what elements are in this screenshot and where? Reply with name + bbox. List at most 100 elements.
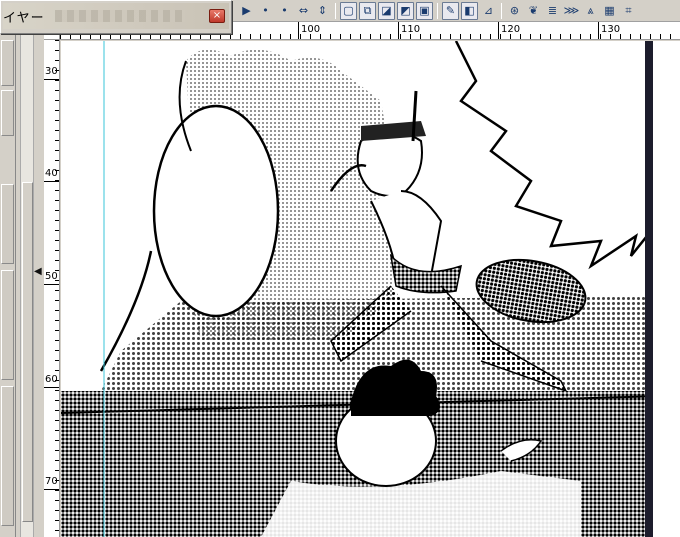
fill-icon[interactable]: ◧	[461, 1, 478, 20]
ruler-label: 100	[301, 24, 321, 35]
ruler-tick	[390, 34, 391, 39]
ruler-tick	[55, 360, 59, 361]
color-wheel-icon[interactable]: ⊛	[506, 2, 523, 20]
ruler-tick	[55, 240, 59, 241]
canvas-gutter	[653, 41, 680, 537]
ruler-tick	[160, 34, 161, 39]
selection-pen-icon[interactable]: ◩	[397, 1, 414, 20]
ruler-tick	[60, 34, 61, 39]
perspective-icon[interactable]: ⩓	[582, 2, 599, 20]
vertical-resize-icon[interactable]: ⇕	[314, 2, 331, 20]
ruler-tick	[55, 350, 59, 351]
ruler-tick	[330, 34, 331, 39]
dock-tab[interactable]	[1, 90, 14, 136]
ruler-tick	[620, 34, 621, 39]
ruler-major-tick	[498, 22, 499, 39]
dock-tab[interactable]	[1, 386, 14, 526]
scrollbar-thumb[interactable]	[22, 182, 33, 522]
ruler-tick	[210, 34, 211, 39]
ruler-label: 40	[45, 168, 58, 179]
ruler-tick	[55, 40, 59, 41]
ruler-tick	[55, 210, 59, 211]
frame-icon[interactable]: ▣	[416, 1, 433, 20]
dot-small-icon[interactable]: •	[257, 2, 274, 20]
vertical-scrollbar[interactable]	[20, 22, 34, 537]
ruler-tick	[110, 34, 111, 39]
dock-tab[interactable]	[1, 184, 14, 264]
ruler-major-tick	[298, 22, 299, 39]
ruler-tick	[240, 34, 241, 39]
ruler-tick	[55, 220, 59, 221]
speed-lines-icon[interactable]: ⋙	[563, 2, 580, 20]
tone-icon[interactable]: ▦	[601, 2, 618, 20]
ruler-tick	[80, 34, 81, 39]
ruler-major-tick	[44, 284, 59, 285]
feather-icon[interactable]: ❦	[525, 2, 542, 20]
drawing-canvas[interactable]	[61, 41, 680, 537]
ruler-tick	[350, 34, 351, 39]
dock-tab[interactable]	[1, 270, 14, 380]
ruler-tick	[290, 34, 291, 39]
ruler-tick	[55, 50, 59, 51]
eyedropper-icon[interactable]: ⊿	[480, 2, 497, 20]
horizontal-resize-icon[interactable]: ⇔	[295, 2, 312, 20]
ruler-tick	[55, 320, 59, 321]
ruler-tick	[580, 34, 581, 39]
ruler-tick	[55, 100, 59, 101]
ruler-tick	[230, 34, 231, 39]
ruler-tick	[370, 34, 371, 39]
ruler-tick	[55, 390, 59, 391]
ruler-tick	[55, 200, 59, 201]
ruler-tick	[55, 80, 59, 81]
ruler-tick	[55, 260, 59, 261]
ruler-tick	[540, 34, 541, 39]
ruler-tick	[55, 310, 59, 311]
ruler-tick	[490, 34, 491, 39]
ruler-tick	[55, 250, 59, 251]
toolbar: ▶ • • ⇔ ⇕ ▢ ⧉ ◪ ◩ ▣ ✎ ◧ ⊿ ⊛ ❦ ≣ ⋙ ⩓ ▦ ⌗	[232, 0, 680, 22]
toolbar-separator	[501, 2, 502, 19]
dock-tab[interactable]	[1, 40, 14, 86]
ruler-tick	[670, 34, 671, 39]
ruler-tick	[55, 520, 59, 521]
ruler-tick	[250, 34, 251, 39]
close-icon[interactable]: ×	[209, 9, 225, 23]
ruler-major-tick	[44, 79, 59, 80]
ruler-tick	[640, 34, 641, 39]
ruler-major-tick	[44, 181, 59, 182]
play-icon[interactable]: ▶	[238, 2, 255, 20]
ruler-tick	[55, 450, 59, 451]
ruler-tick	[55, 120, 59, 121]
ruler-major-tick	[398, 22, 399, 39]
ruler-tick	[480, 34, 481, 39]
ruler-tick	[55, 150, 59, 151]
pen-icon[interactable]: ✎	[442, 1, 459, 20]
ruler-tick	[140, 34, 141, 39]
crop-icon[interactable]: ◪	[378, 1, 395, 20]
ruler-tick	[55, 370, 59, 371]
ruler-label: 110	[401, 24, 421, 35]
grid-icon[interactable]: ⌗	[620, 2, 637, 20]
ruler-tick	[150, 34, 151, 39]
collapse-arrow-icon[interactable]: ◀	[34, 266, 42, 277]
ruler-tick	[530, 34, 531, 39]
blurred-title-text	[55, 10, 185, 22]
manga-artwork	[61, 41, 680, 537]
ruler-tick	[55, 510, 59, 511]
gradient-icon[interactable]: ≣	[544, 2, 561, 20]
ruler-tick	[55, 130, 59, 131]
transform-icon[interactable]: ⧉	[359, 1, 376, 20]
ruler-tick	[170, 34, 171, 39]
layer-palette-titlebar[interactable]: イヤー ×	[3, 3, 229, 29]
dot-icon[interactable]: •	[276, 2, 293, 20]
ruler-tick	[650, 34, 651, 39]
ruler-tick	[560, 34, 561, 39]
ruler-tick	[55, 110, 59, 111]
ruler-tick	[55, 160, 59, 161]
select-rect-icon[interactable]: ▢	[340, 1, 357, 20]
ruler-tick	[430, 34, 431, 39]
ruler-tick	[55, 90, 59, 91]
ruler-tick	[180, 34, 181, 39]
ruler-tick	[90, 34, 91, 39]
layer-palette-window[interactable]: イヤー ×	[0, 0, 232, 34]
